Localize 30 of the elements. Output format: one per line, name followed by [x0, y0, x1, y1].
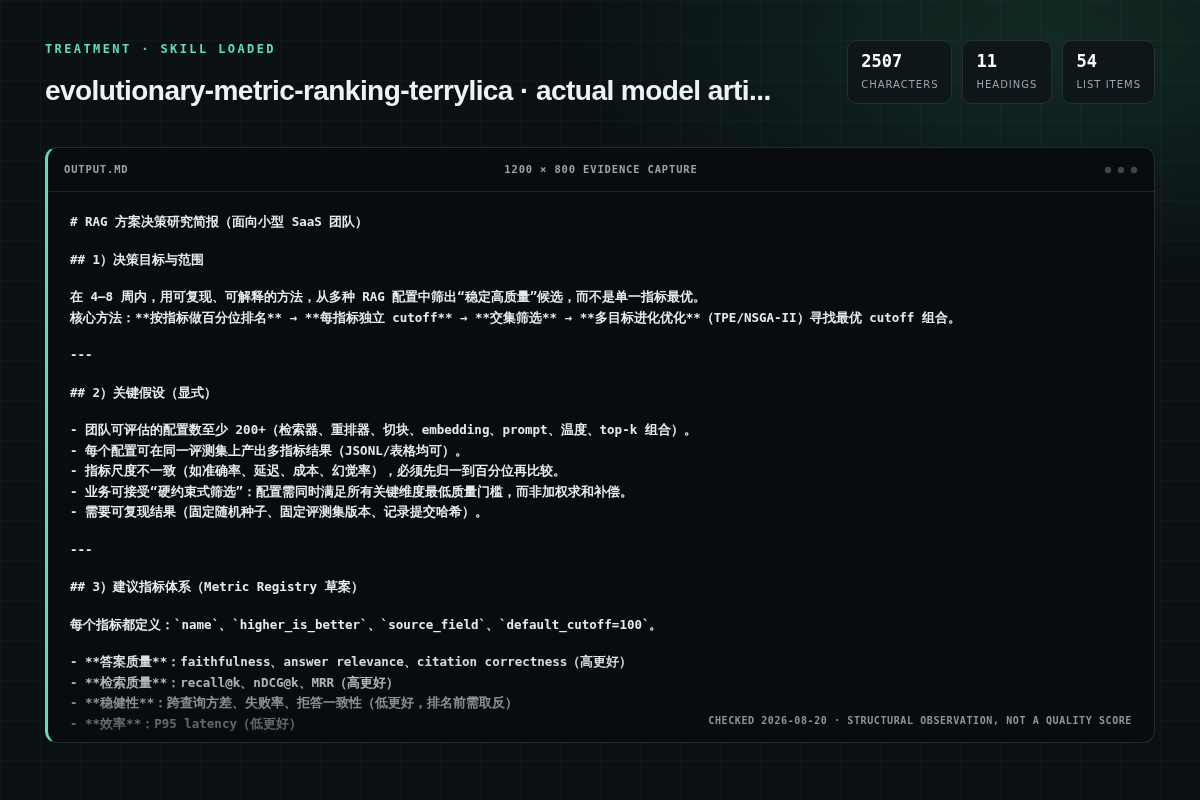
eyebrow-label: TREATMENT · SKILL LOADED [45, 41, 277, 58]
stat-label: CHARACTERS [861, 78, 939, 92]
stat-value: 11 [976, 51, 998, 71]
markdown-line: - **效率**：P95 latency（低更好） [70, 714, 302, 733]
markdown-line: - 需要可复现结果（固定随机种子、固定评测集版本、记录提交哈希）。 [70, 503, 489, 521]
markdown-line: # RAG 方案决策研究简报（面向小型 SaaS 团队） [70, 213, 369, 231]
markdown-line: - 每个配置可在同一评测集上产出多指标结果（JSONL/表格均可）。 [70, 441, 469, 460]
markdown-line: 每个指标都定义：`name`、`higher_is_better`、`source_field`、`default_cutoff=100`。 [70, 615, 663, 635]
page-title: evolutionary-metric-ranking-terrylica · actual model arti... [45, 74, 771, 108]
markdown-line: --- [70, 346, 93, 364]
capture-caption: 1200 × 800 EVIDENCE CAPTURE [504, 161, 698, 177]
markdown-line: - 指标尺度不一致（如准确率、延迟、成本、幻觉率），必须先归一到百分位再比较。 [70, 462, 567, 480]
markdown-line: 在 4–8 周内，用可复现、可解释的方法，从多种 RAG 配置中筛出“稳定高质量”候选，而不是单一指标最优。 [70, 288, 707, 306]
markdown-line: - **稳健性**：跨查询方差、失败率、拒答一致性（低更好，排名前需取反） [70, 694, 519, 712]
stat-label: LIST ITEMS [1076, 78, 1141, 92]
stat-value: 54 [1076, 51, 1098, 71]
markdown-line: 核心方法：**按指标做百分位排名** → **每指标独立 cutoff** → **交集筛选** → **多目标进化优化**（TPE/NSGA-II）寻找最优 cutoff 组合。 [70, 308, 961, 327]
markdown-line: ## 2）关键假设（显式） [70, 383, 218, 402]
markdown-line: - **答案质量**：faithfulness、answer relevance、citation correctness（高更好） [70, 653, 633, 671]
markdown-line: - **检索质量**：recall@k、nDCG@k、MRR（高更好） [70, 673, 400, 692]
markdown-line: ## 1）决策目标与范围 [70, 250, 205, 269]
more-icon [1104, 165, 1138, 174]
markdown-line: ## 3）建议指标体系（Metric Registry 草案） [70, 578, 364, 596]
stat-value: 2507 [861, 51, 904, 71]
stat-label: HEADINGS [976, 78, 1039, 92]
markdown-line: - 业务可接受“硬约束式筛选”：配置需同时满足所有关键维度最低质量门槛，而非加权求和补偿。 [70, 482, 634, 501]
footer-note: CHECKED 2026-08-20 · STRUCTURAL OBSERVATION, NOT A QUALITY SCORE [708, 714, 1132, 728]
file-name: OUTPUT.MD [64, 161, 130, 177]
markdown-line: --- [70, 540, 93, 559]
markdown-line: - 团队可评估的配置数至少 200+（检索器、重排器、切块、embedding、prompt、温度、top-k 组合）。 [70, 421, 697, 439]
